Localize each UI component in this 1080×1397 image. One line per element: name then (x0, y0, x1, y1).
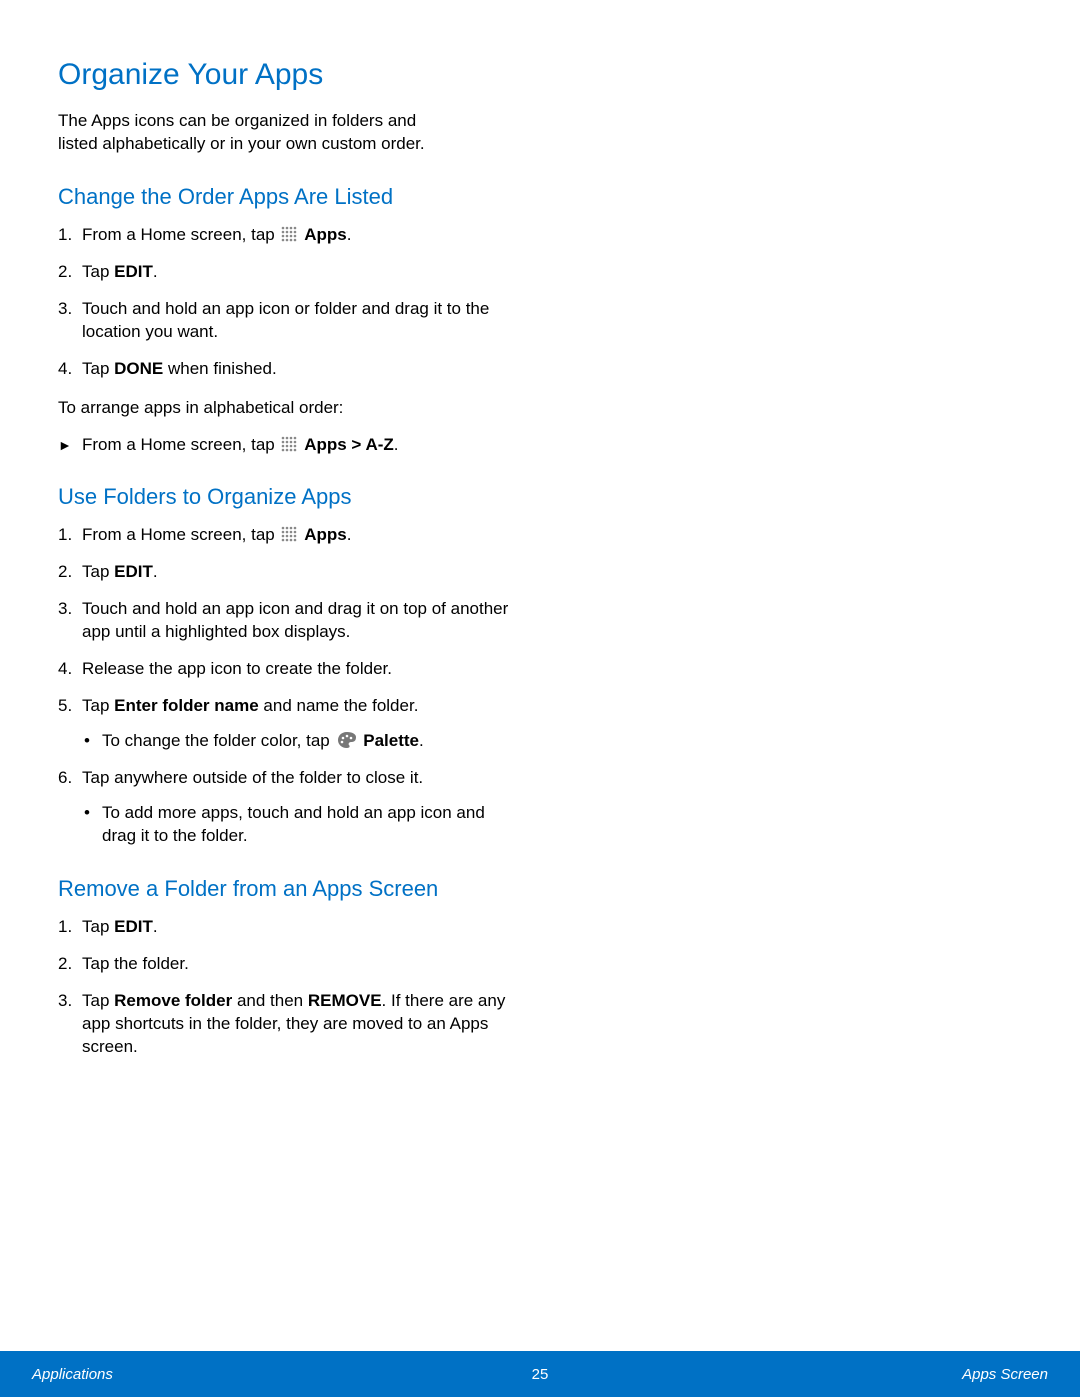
step: Tap Remove folder and then REMOVE. If th… (58, 990, 518, 1059)
sub-bullets: To change the folder color, tap Palette. (82, 730, 518, 753)
apps-grid-icon (281, 526, 297, 542)
apps-grid-icon (281, 226, 297, 242)
text-column: Organize Your Apps The Apps icons can be… (58, 58, 518, 1059)
page-content: Organize Your Apps The Apps icons can be… (0, 0, 1080, 1059)
sub-step: To change the folder color, tap Palette. (82, 730, 518, 753)
footer-left: Applications (32, 1366, 113, 1383)
step: From a Home screen, tap Apps. (58, 524, 518, 547)
apps-grid-icon (281, 436, 297, 452)
between-text: To arrange apps in alphabetical order: (58, 397, 518, 420)
step: Release the app icon to create the folde… (58, 658, 518, 681)
step: Tap EDIT. (58, 261, 518, 284)
step: From a Home screen, tap Apps. (58, 224, 518, 247)
steps-remove-folder: Tap EDIT. Tap the folder. Tap Remove fol… (58, 916, 518, 1059)
arrow-step: From a Home screen, tap Apps > A-Z. (58, 434, 518, 457)
intro-text: The Apps icons can be organized in folde… (58, 110, 518, 156)
page-title: Organize Your Apps (58, 58, 518, 92)
section-heading-remove-folder: Remove a Folder from an Apps Screen (58, 876, 518, 902)
step: Tap Enter folder name and name the folde… (58, 695, 518, 753)
step: Tap anywhere outside of the folder to cl… (58, 767, 518, 848)
sub-bullets: To add more apps, touch and hold an app … (82, 802, 518, 848)
step: Tap EDIT. (58, 916, 518, 939)
footer-right: Apps Screen (962, 1366, 1048, 1383)
step: Touch and hold an app icon and drag it o… (58, 598, 518, 644)
step: Tap EDIT. (58, 561, 518, 584)
step: Tap DONE when finished. (58, 358, 518, 381)
section-heading-change-order: Change the Order Apps Are Listed (58, 184, 518, 210)
steps-use-folders: From a Home screen, tap Apps. Tap EDIT. … (58, 524, 518, 847)
steps-change-order: From a Home screen, tap Apps. Tap EDIT. … (58, 224, 518, 381)
page-footer: Applications 25 Apps Screen (0, 1351, 1080, 1397)
sub-step: To add more apps, touch and hold an app … (82, 802, 518, 848)
section-heading-use-folders: Use Folders to Organize Apps (58, 484, 518, 510)
step: Touch and hold an app icon or folder and… (58, 298, 518, 344)
footer-page-number: 25 (532, 1366, 549, 1383)
step: Tap the folder. (58, 953, 518, 976)
palette-icon (337, 731, 357, 749)
